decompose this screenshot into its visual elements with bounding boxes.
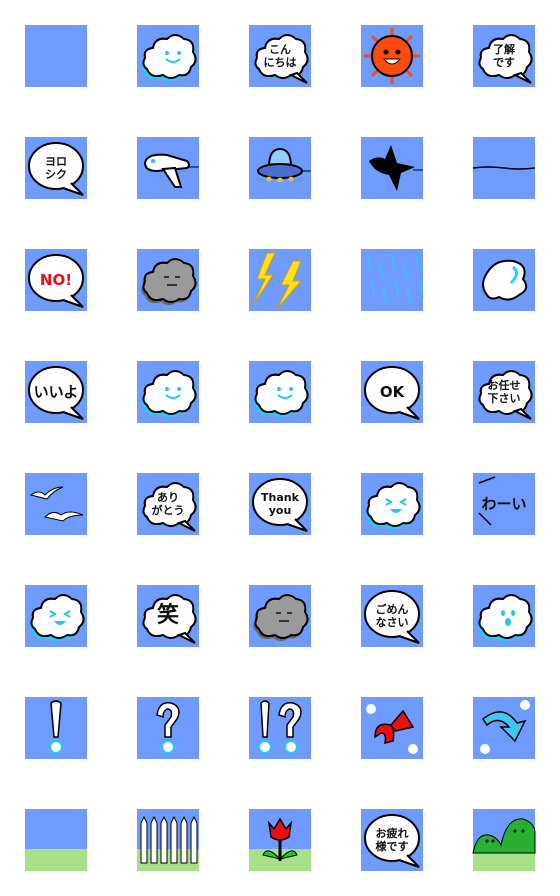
emoji-tile-exclamation-question[interactable] — [249, 697, 311, 759]
emoji-tile-airplane[interactable] — [137, 137, 199, 199]
emoji-tile-laughing-cloud[interactable] — [25, 585, 87, 647]
emoji-tile-gray-cloud[interactable] — [137, 249, 199, 311]
emoji-tile-red-arrow[interactable] — [361, 697, 423, 759]
emoji-tile-ufo[interactable] — [249, 137, 311, 199]
emoji-tile-smiling-cloud[interactable] — [137, 25, 199, 87]
emoji-tile-exclamation[interactable] — [25, 697, 87, 759]
emoji-tile-fence[interactable] — [137, 809, 199, 871]
emoji-tile-laughing-cloud[interactable] — [361, 473, 423, 535]
emoji-tile-swirl-cloud[interactable] — [473, 249, 535, 311]
emoji-tile-smiling-cloud[interactable] — [137, 361, 199, 423]
emoji-tile-text[interactable]: わーい — [473, 473, 535, 535]
emoji-tile-crow[interactable] — [361, 137, 423, 199]
emoji-tile-speech-bubble[interactable]: ごめん なさい — [361, 585, 423, 647]
emoji-tile-speech-cloud[interactable]: 笑 — [137, 585, 199, 647]
emoji-tile-smiling-cloud[interactable] — [249, 361, 311, 423]
emoji-tile-seagulls[interactable] — [25, 473, 87, 535]
emoji-tile-blue-arrow[interactable] — [473, 697, 535, 759]
emoji-tile-grass[interactable] — [25, 809, 87, 871]
emoji-tile-tulip[interactable] — [249, 809, 311, 871]
emoji-tile-speech-cloud[interactable]: こん にちは — [249, 25, 311, 87]
emoji-tile-line[interactable] — [472, 137, 536, 199]
emoji-tile-speech-bubble[interactable]: Thank you — [249, 473, 311, 535]
emoji-tile-sun[interactable] — [361, 25, 423, 87]
emoji-tile-speech-cloud[interactable]: お任せ 下さい — [473, 361, 535, 423]
emoji-tile-green-hills[interactable] — [472, 809, 536, 871]
emoji-tile-blank[interactable] — [25, 25, 87, 87]
emoji-tile-gray-cloud[interactable] — [249, 585, 311, 647]
emoji-tile-speech-bubble[interactable]: OK — [361, 361, 423, 423]
emoji-tile-speech-bubble[interactable]: ヨロ シク — [25, 137, 87, 199]
emoji-tile-rain[interactable] — [361, 249, 424, 311]
emoji-tile-speech-cloud[interactable]: 了解 です — [473, 25, 535, 87]
emoji-tile-speech-bubble[interactable]: NO! — [25, 249, 87, 311]
emoji-tile-lightning[interactable] — [249, 249, 311, 311]
emoji-tile-speech-cloud[interactable]: あり がとう — [137, 473, 199, 535]
emoji-tile-speech-bubble[interactable]: お疲れ 様です — [361, 809, 423, 871]
emoji-tile-surprised-cloud[interactable] — [473, 585, 535, 647]
emoji-tile-speech-bubble[interactable]: いいよ — [25, 361, 87, 423]
emoji-tile-question[interactable] — [137, 697, 199, 759]
